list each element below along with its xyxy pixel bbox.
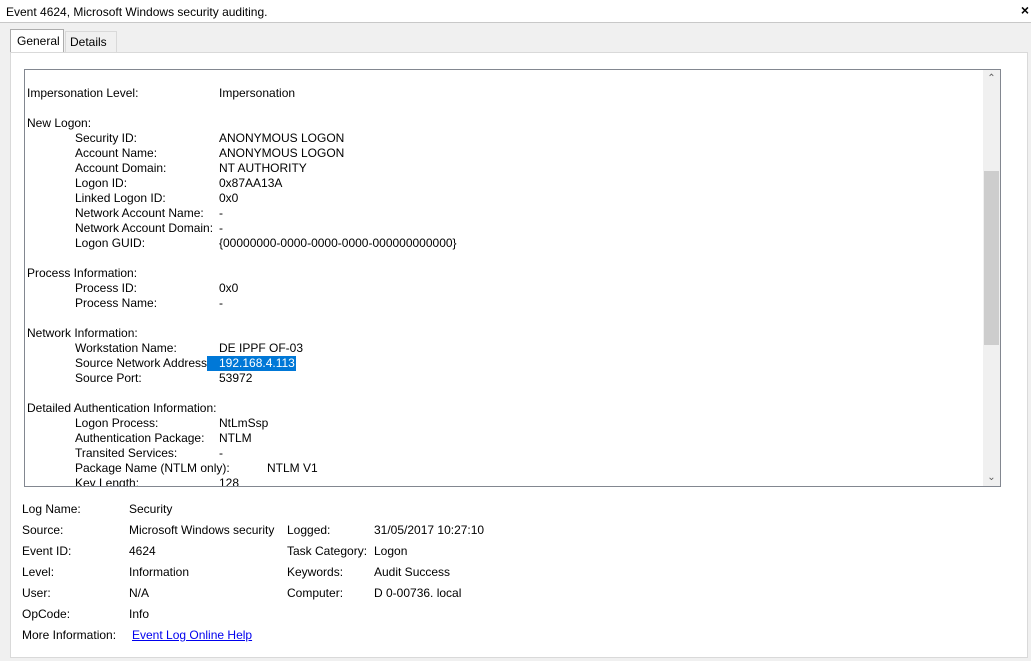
task-category-label: Task Category:: [287, 544, 368, 558]
network-account-name-label: Network Account Name:: [75, 206, 204, 220]
process-info-header-row: Process Information:: [27, 266, 977, 281]
scrollbar-thumb[interactable]: [984, 171, 999, 345]
key-length-label: Key Length:: [75, 476, 140, 487]
source-network-address-row: Source Network Address: 192.168.4.113: [27, 356, 977, 371]
source-network-address-label: Source Network Address:: [75, 356, 211, 370]
new-logon-header: New Logon:: [27, 116, 92, 130]
computer-value: D 0-00736. local: [374, 586, 462, 600]
title-bar: Event 4624, Microsoft Windows security a…: [0, 0, 1031, 23]
logged-value: 31/05/2017 10:27:10: [374, 523, 485, 537]
authentication-package-value: NTLM: [219, 431, 252, 445]
tab-details[interactable]: Details: [65, 31, 117, 52]
package-name-label: Package Name (NTLM only):: [75, 461, 230, 475]
logon-guid-value: {00000000-0000-0000-0000-000000000000}: [219, 236, 457, 250]
security-id-value: ANONYMOUS LOGON: [219, 131, 345, 145]
network-account-name-row: Network Account Name: -: [27, 206, 977, 221]
package-name-value: NTLM V1: [267, 461, 318, 475]
network-info-header-row: Network Information:: [27, 326, 977, 341]
network-account-name-value: -: [219, 206, 223, 220]
event-description-box[interactable]: Impersonation Level: Impersonation New L…: [24, 69, 1001, 487]
logon-guid-row: Logon GUID: {00000000-0000-0000-0000-000…: [27, 236, 977, 251]
level-label: Level:: [22, 565, 55, 579]
event-log-online-help-link[interactable]: Event Log Online Help: [132, 628, 252, 643]
user-value: N/A: [129, 586, 150, 600]
logon-id-value: 0x87AA13A: [219, 176, 283, 190]
window-title: Event 4624, Microsoft Windows security a…: [6, 5, 268, 19]
tab-general[interactable]: General: [10, 29, 64, 52]
authentication-package-label: Authentication Package:: [75, 431, 205, 445]
linked-logon-id-value: 0x0: [219, 191, 239, 205]
user-label: User:: [22, 586, 51, 600]
logon-process-label: Logon Process:: [75, 416, 159, 430]
impersonation-level-value: Impersonation: [219, 86, 296, 100]
transited-services-value: -: [219, 446, 223, 460]
event-id-value: 4624: [129, 544, 156, 558]
network-account-domain-row: Network Account Domain: -: [27, 221, 977, 236]
network-info-header: Network Information:: [27, 326, 138, 340]
authentication-package-row: Authentication Package: NTLM: [27, 431, 977, 446]
logged-label: Logged:: [287, 523, 331, 537]
event-id-label: Event ID:: [22, 544, 72, 558]
source-label: Source:: [22, 523, 64, 537]
more-info-label: More Information:: [22, 628, 117, 642]
account-domain-value: NT AUTHORITY: [219, 161, 307, 175]
new-logon-header-row: New Logon:: [27, 116, 977, 131]
source-port-value: 53972: [219, 371, 253, 385]
close-icon[interactable]: ×: [1021, 2, 1029, 18]
process-info-header: Process Information:: [27, 266, 138, 280]
network-account-domain-label: Network Account Domain:: [75, 221, 214, 235]
linked-logon-id-row: Linked Logon ID: 0x0: [27, 191, 977, 206]
process-name-label: Process Name:: [75, 296, 158, 310]
account-name-value: ANONYMOUS LOGON: [219, 146, 345, 160]
network-account-domain-value: -: [219, 221, 223, 235]
source-network-address-value[interactable]: 192.168.4.113: [207, 356, 296, 371]
description-text: Impersonation Level: Impersonation New L…: [27, 86, 977, 487]
key-length-row: Key Length: 128: [27, 476, 977, 487]
auth-info-header-row: Detailed Authentication Information:: [27, 401, 977, 416]
log-name-label: Log Name:: [22, 502, 81, 516]
logon-process-value: NtLmSsp: [219, 416, 269, 430]
account-name-row: Account Name: ANONYMOUS LOGON: [27, 146, 977, 161]
logon-process-row: Logon Process: NtLmSsp: [27, 416, 977, 431]
transited-services-label: Transited Services:: [75, 446, 178, 460]
process-id-label: Process ID:: [75, 281, 138, 295]
process-name-row: Process Name: -: [27, 296, 977, 311]
linked-logon-id-label: Linked Logon ID:: [75, 191, 166, 205]
logon-guid-label: Logon GUID:: [75, 236, 146, 250]
keywords-value: Audit Success: [374, 565, 451, 579]
process-id-row: Process ID: 0x0: [27, 281, 977, 296]
workstation-name-value: DE IPPF OF-03: [219, 341, 304, 355]
logon-id-label: Logon ID:: [75, 176, 128, 190]
computer-label: Computer:: [287, 586, 344, 600]
keywords-label: Keywords:: [287, 565, 344, 579]
account-name-label: Account Name:: [75, 146, 158, 160]
security-id-label: Security ID:: [75, 131, 138, 145]
vertical-scrollbar[interactable]: ⌃ ⌄: [983, 70, 1000, 486]
transited-services-row: Transited Services: -: [27, 446, 977, 461]
logon-id-row: Logon ID: 0x87AA13A: [27, 176, 977, 191]
opcode-label: OpCode:: [22, 607, 71, 621]
level-value: Information: [129, 565, 190, 579]
key-length-value: 128: [219, 476, 240, 487]
process-id-value: 0x0: [219, 281, 239, 295]
opcode-value: Info: [129, 607, 150, 621]
workstation-name-row: Workstation Name: DE IPPF OF-03: [27, 341, 977, 356]
scroll-up-icon[interactable]: ⌃: [983, 70, 1000, 87]
log-name-value: Security: [129, 502, 173, 516]
account-domain-row: Account Domain: NT AUTHORITY: [27, 161, 977, 176]
source-port-row: Source Port: 53972: [27, 371, 977, 386]
workstation-name-label: Workstation Name:: [75, 341, 177, 355]
package-name-row: Package Name (NTLM only): NTLM V1: [27, 461, 977, 476]
account-domain-label: Account Domain:: [75, 161, 167, 175]
source-port-label: Source Port:: [75, 371, 142, 385]
auth-info-header: Detailed Authentication Information:: [27, 401, 217, 415]
security-id-row: Security ID: ANONYMOUS LOGON: [27, 131, 977, 146]
source-value: Microsoft Windows security: [129, 523, 275, 537]
impersonation-level-label: Impersonation Level:: [27, 86, 139, 100]
task-category-value: Logon: [374, 544, 408, 558]
process-name-value: -: [219, 296, 223, 310]
scroll-down-icon[interactable]: ⌄: [983, 469, 1000, 486]
impersonation-level-row: Impersonation Level: Impersonation: [27, 86, 977, 101]
